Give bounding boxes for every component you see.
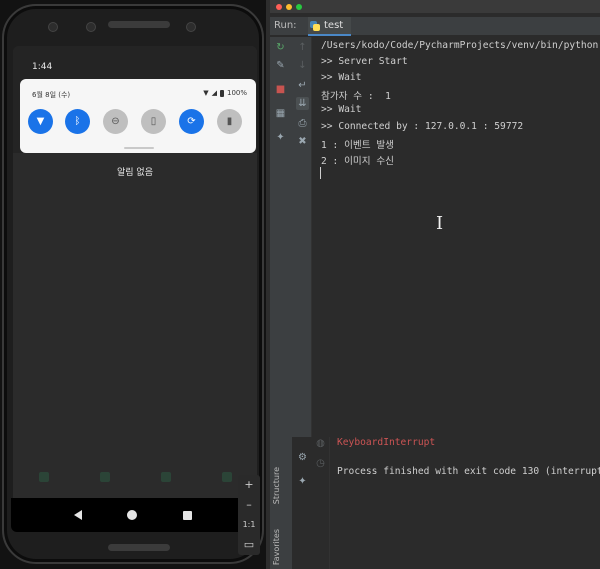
scroll-down-icon[interactable]: ↓ [296,59,309,72]
app-bottom-tabs-dimmed [13,472,257,500]
console-line: >> Connected by : 127.0.0.1 : 59772 [321,120,524,132]
console-line: 1 : 이벤트 발생 [321,139,395,151]
run-toolbar: Run: test [270,17,600,36]
do-not-disturb-icon: ⊖ [111,116,120,127]
error-line: KeyboardInterrupt [337,437,436,448]
search-icon [160,472,171,482]
flashlight-icon: ▯ [150,116,157,127]
auto-rotate-tile[interactable]: ⟳ [179,109,204,134]
app-tab-3 [142,472,190,500]
phone-screen: 1:44 6월 8일 (수) ▼ ◢ 100% ▼ ᛒ ⊖ ▯ ⟳ ▮ 알림 없음 [13,46,257,506]
favorites-tab[interactable]: Favorites [272,529,281,565]
lower-actions-column: ⚙ ✦ ◍ ◷ [292,437,330,569]
flashlight-tile[interactable]: ▯ [141,109,166,134]
trash-icon[interactable]: ✖ [296,135,309,148]
tab-test[interactable]: test [308,17,352,36]
maximize-window-icon[interactable] [296,4,302,10]
text-caret [320,167,321,179]
ibeam-cursor-icon: I [436,213,444,234]
minimize-window-icon[interactable] [286,4,292,10]
bottom-speaker [108,544,170,551]
zoom-reset-button[interactable]: 1:1 [243,515,256,535]
tab-test-label: test [324,20,344,31]
no-notifications-text: 알림 없음 [117,168,153,178]
app-tab-2 [81,472,129,500]
process-finished-line: Process finished with exit code 130 (int… [337,466,600,477]
pin-icon[interactable]: ✦ [274,131,287,144]
home-icon [38,472,49,482]
console-line: /Users/kodo/Code/PycharmProjects/venv/bi… [321,40,599,51]
window-titlebar [270,0,600,13]
camera-icon [48,22,58,32]
zoom-in-button[interactable]: + [244,475,253,495]
rerun-icon[interactable]: ↻ [274,41,287,54]
console-line: >> Server Start [321,56,408,68]
run-label: Run: [274,20,297,31]
stop-icon[interactable]: ■ [274,83,287,96]
app-tab-1 [20,472,68,500]
auto-rotate-icon: ⟳ [187,116,196,127]
run-actions-gutter: ↻ ✎ ■ ▦ ✦ [270,37,292,437]
console-line: 2 : 이미지 수신 [321,155,395,167]
history-icon[interactable]: ◷ [314,457,327,470]
drag-handle[interactable] [124,147,154,149]
phone-frame: 1:44 6월 8일 (수) ▼ ◢ 100% ▼ ᛒ ⊖ ▯ ⟳ ▮ 알림 없음 [2,4,264,564]
recents-icon[interactable] [183,510,193,520]
print-icon[interactable]: ⎙ [296,117,309,130]
sensor-icon [86,22,96,32]
battery-percent: 100% [226,89,247,97]
quick-settings-card: 6월 8일 (수) ▼ ◢ 100% ▼ ᛒ ⊖ ▯ ⟳ ▮ [20,79,256,153]
console-line: 참가자 수 : 1 [321,91,391,103]
qs-status-icons: ▼ ◢ 100% [203,89,247,97]
scroll-to-end-icon[interactable]: ⇊ [296,97,309,110]
screen: 1:44 6월 8일 (수) ▼ ◢ 100% ▼ ᛒ ⊖ ▯ ⟳ ▮ 알림 없음 [0,0,600,569]
pin-icon[interactable]: ✦ [296,475,309,488]
quick-settings-shade: 1:44 6월 8일 (수) ▼ ◢ 100% ▼ ᛒ ⊖ ▯ ⟳ ▮ [13,46,257,153]
side-tool-strip: Structure Favorites [270,437,292,569]
python-icon [310,20,320,31]
close-window-icon[interactable] [276,4,282,10]
console-line: >> Wait [321,72,362,84]
pycharm-window: Run: test ↻ ✎ ■ ▦ ✦ ↑ ↓ ↵ ⇊ ⎙ ✖ /Users/k… [270,0,600,569]
console-actions-column: ↑ ↓ ↵ ⇊ ⎙ ✖ [292,37,312,437]
wifi-icon: ▼ [36,116,45,127]
layout-icon[interactable]: ▦ [274,107,287,120]
console-line: >> Wait [321,104,362,116]
home-button-icon[interactable] [127,510,138,520]
debug-icon[interactable]: ◍ [314,437,327,450]
previous-run-console[interactable]: KeyboardInterrupt Process finished with … [330,437,600,569]
console-output[interactable]: /Users/kodo/Code/PycharmProjects/venv/bi… [313,37,600,437]
settings-wrench-icon[interactable]: ✎ [274,59,287,72]
emulator-zoom-controls: + – 1:1 ▭ [238,475,260,555]
fit-screen-icon[interactable]: ▭ [244,535,254,555]
bluetooth-icon: ᛒ [74,116,81,127]
cell-signal-icon: ◢ [211,89,217,97]
scroll-up-icon[interactable]: ↑ [296,41,309,54]
wifi-tile[interactable]: ▼ [28,109,53,134]
battery-saver-tile[interactable]: ▮ [217,109,242,134]
do-not-disturb-tile[interactable]: ⊖ [103,109,128,134]
zoom-out-button[interactable]: – [246,495,252,515]
gear-icon[interactable]: ⚙ [296,451,309,464]
status-time: 1:44 [32,62,53,72]
structure-tab[interactable]: Structure [272,467,281,504]
wifi-signal-icon: ▼ [203,89,209,97]
proximity-sensor-icon [186,22,196,32]
top-speaker [108,21,170,28]
bluetooth-tile[interactable]: ᛒ [65,109,90,134]
android-nav-bar [11,498,255,532]
add-icon [99,472,110,482]
profile-icon [221,472,232,482]
battery-icon [219,89,224,97]
battery-saver-icon: ▮ [226,116,233,127]
qs-date: 6월 8일 (수) [32,91,71,99]
soft-wrap-icon[interactable]: ↵ [296,79,309,92]
back-icon[interactable] [73,510,82,520]
